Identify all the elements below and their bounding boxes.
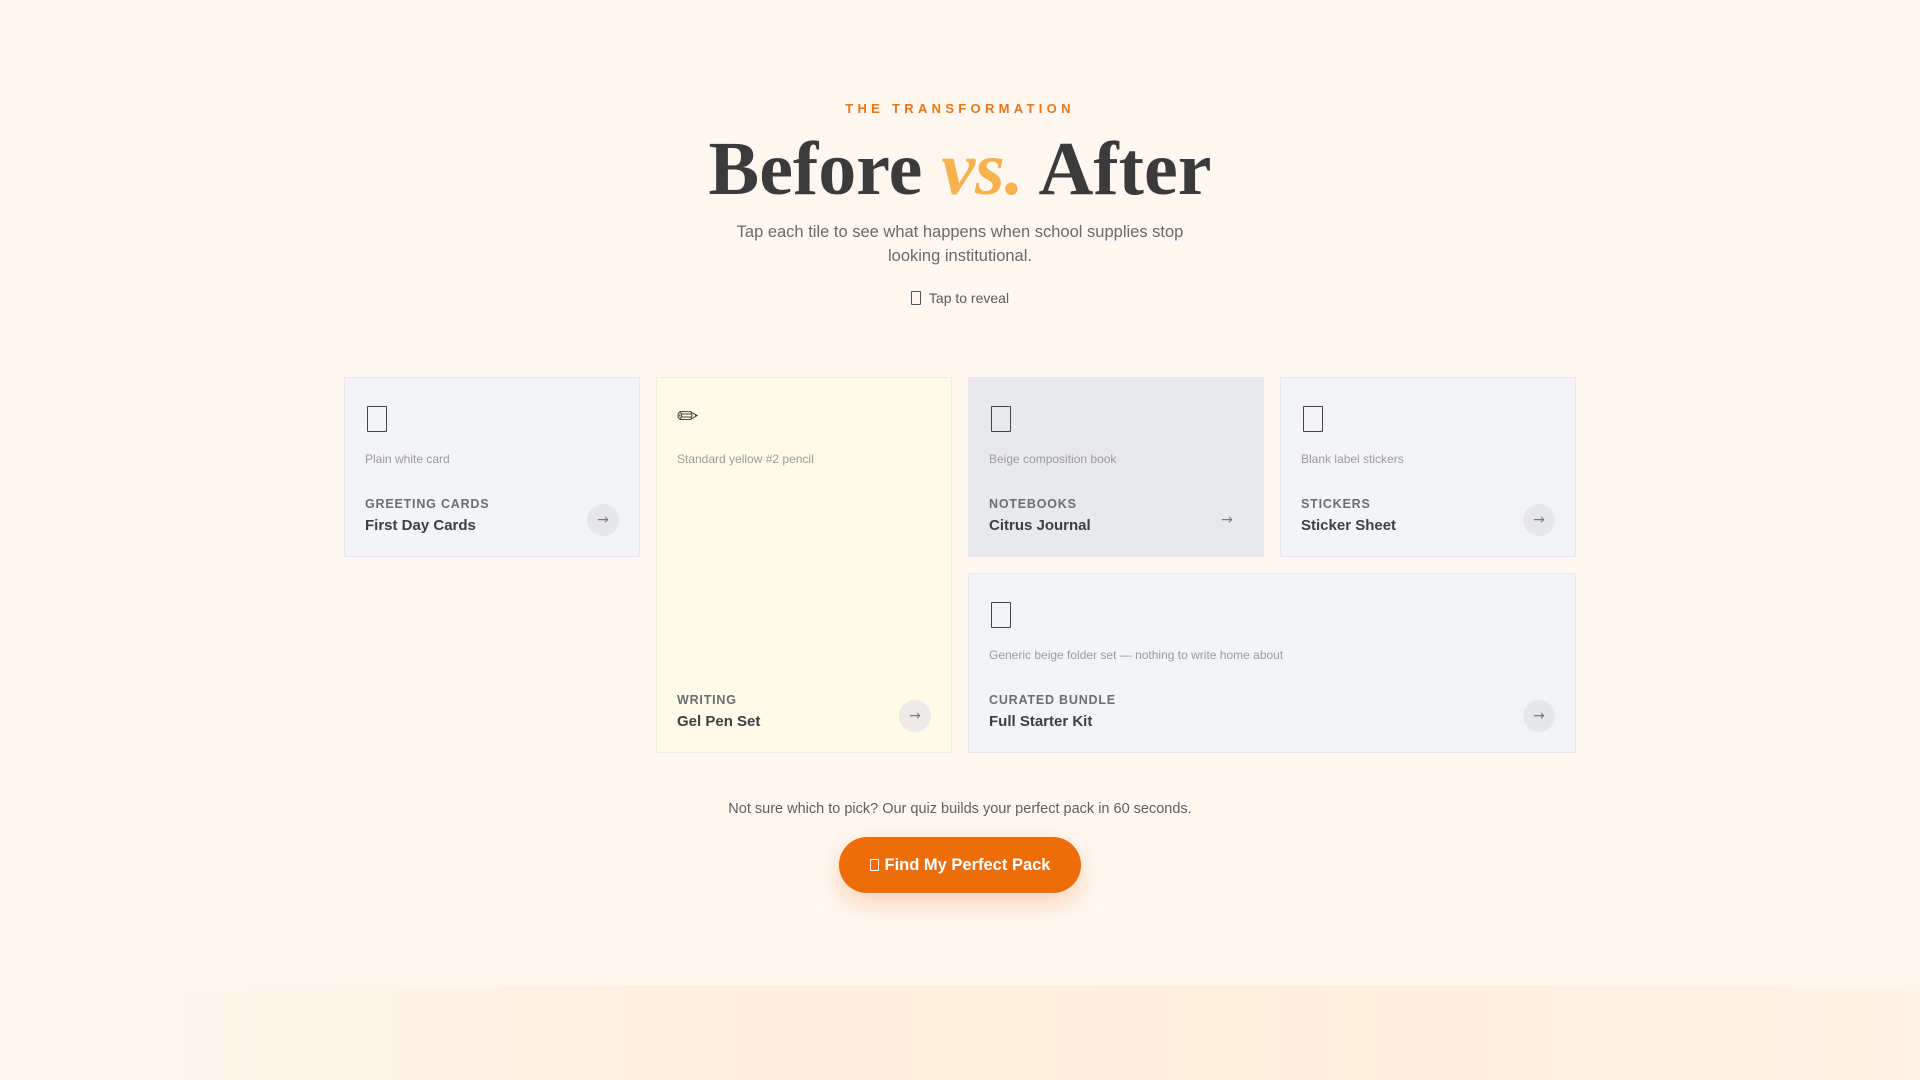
tile-category: NOTEBOOKS (989, 497, 1077, 511)
bottom-gradient (0, 985, 1920, 1080)
pencil-icon: ✏ (677, 402, 699, 432)
tap-hint: Tap to reveal (0, 290, 1920, 306)
phone-icon (910, 291, 921, 305)
tap-hint-label: Tap to reveal (928, 290, 1010, 306)
tile-description: Blank label stickers (1301, 452, 1404, 466)
title-before: Before (708, 127, 923, 211)
title-vs: vs. (941, 127, 1024, 211)
notebook-icon (991, 406, 1011, 432)
card-icon (367, 406, 387, 432)
tile-name: Gel Pen Set (677, 713, 761, 730)
arrow-right-icon[interactable]: → (1211, 504, 1243, 536)
tile-category: CURATED BUNDLE (989, 693, 1116, 707)
find-perfect-pack-button[interactable]: Find My Perfect Pack (839, 837, 1081, 893)
tile-name: Citrus Journal (989, 517, 1091, 534)
arrow-right-icon[interactable]: → (1523, 504, 1555, 536)
title-after: After (1038, 127, 1212, 211)
tile-description: Plain white card (365, 452, 450, 466)
button-label: Find My Perfect Pack (884, 856, 1051, 874)
arrow-right-icon[interactable]: → (587, 504, 619, 536)
tile-greeting-cards[interactable]: Plain white card GREETING CARDS First Da… (344, 377, 640, 557)
tile-description: Beige composition book (989, 452, 1117, 466)
tile-category: STICKERS (1301, 497, 1371, 511)
tile-description: Generic beige folder set — nothing to wr… (989, 648, 1284, 662)
tile-name: First Day Cards (365, 517, 476, 534)
quiz-prompt: Not sure which to pick? Our quiz builds … (728, 801, 1192, 817)
tile-curated-bundle[interactable]: Generic beige folder set — nothing to wr… (968, 573, 1576, 753)
sparkle-icon (869, 859, 879, 871)
page-title: Before vs. After (0, 127, 1920, 212)
tile-name: Sticker Sheet (1301, 517, 1397, 534)
sticker-icon (1303, 406, 1323, 432)
page-subtitle: Tap each tile to see what happens when s… (736, 223, 1184, 265)
page: THE TRANSFORMATION Before vs. After Tap … (0, 0, 1920, 1080)
arrow-right-icon[interactable]: → (1523, 700, 1555, 732)
section-eyebrow: THE TRANSFORMATION (845, 101, 1075, 116)
tile-category: GREETING CARDS (365, 497, 490, 511)
tile-writing[interactable]: ✏ Standard yellow #2 pencil WRITING Gel … (656, 377, 952, 753)
tile-description: Standard yellow #2 pencil (677, 452, 814, 466)
tile-notebooks[interactable]: Beige composition book NOTEBOOKS Citrus … (968, 377, 1264, 557)
arrow-right-icon[interactable]: → (899, 700, 931, 732)
tile-stickers[interactable]: Blank label stickers STICKERS Sticker Sh… (1280, 377, 1576, 557)
tile-category: WRITING (677, 693, 737, 707)
tile-name: Full Starter Kit (989, 713, 1093, 730)
folder-icon (991, 602, 1011, 628)
